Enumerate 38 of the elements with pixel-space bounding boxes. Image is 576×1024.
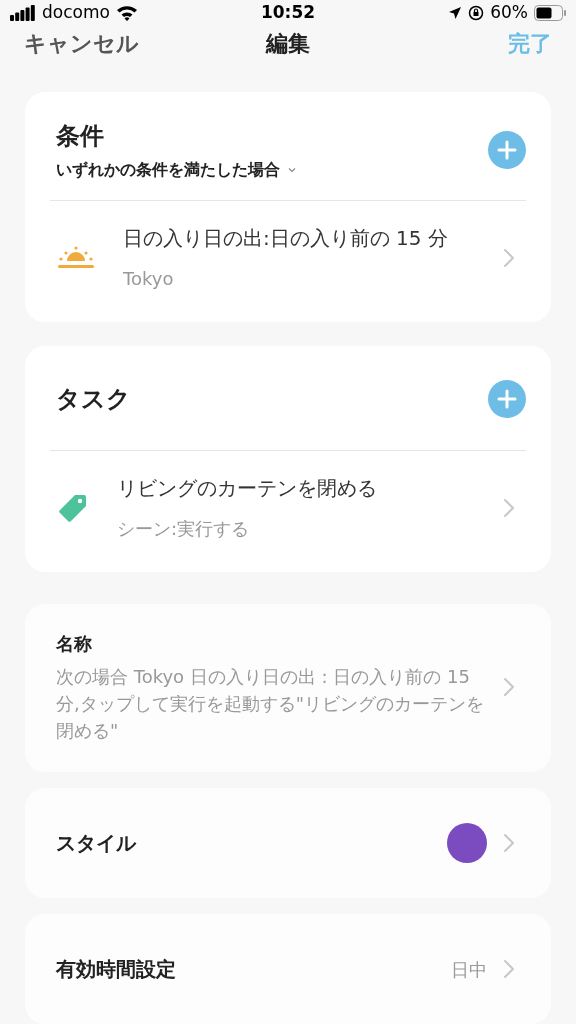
validity-value: 日中 xyxy=(451,957,487,982)
cancel-button[interactable]: キャンセル xyxy=(24,26,154,60)
style-card[interactable]: スタイル xyxy=(25,788,551,898)
item-subtitle: シーン:実行する xyxy=(117,517,251,541)
item-title: リビングのカーテンを閉める xyxy=(117,475,378,502)
item-title: 日の入り日の出:日の入り前の 15 分 xyxy=(123,225,449,252)
chevron-right-icon xyxy=(503,247,515,268)
page-title: 編集 xyxy=(266,29,310,58)
signal-icon xyxy=(10,4,36,21)
list-item[interactable]: リビングのカーテンを閉める シーン:実行する xyxy=(25,451,551,564)
battery-icon xyxy=(534,4,566,21)
add-button[interactable] xyxy=(488,380,526,418)
rotation-lock-icon xyxy=(468,4,485,21)
name-card[interactable]: 名称 次の場合 Tokyo 日の入り日の出 : 日の入り前の 15 分,タップして実行を起動する"リビングのカーテンを閉める" xyxy=(25,604,551,772)
chevron-right-icon xyxy=(503,959,515,979)
clock-time: 10:52 xyxy=(260,1,316,24)
carrier-name: docomo xyxy=(42,1,110,24)
add-button[interactable] xyxy=(488,131,526,169)
battery-percent: 60% xyxy=(490,1,528,24)
chevron-right-icon xyxy=(503,677,515,697)
plus-icon xyxy=(497,389,517,409)
location-arrow-icon xyxy=(448,5,463,20)
list-item[interactable]: 日の入り日の出:日の入り前の 15 分 Tokyo xyxy=(25,201,551,314)
chevron-right-icon xyxy=(503,497,515,518)
section-title: 条件 xyxy=(56,121,105,152)
wifi-icon xyxy=(115,4,138,21)
name-label: 名称 xyxy=(56,632,93,656)
sunset-icon xyxy=(57,244,95,271)
condition-mode-dropdown[interactable]: いずれかの条件を満たした場合 xyxy=(56,158,296,182)
validity-card[interactable]: 有効時間設定 日中 xyxy=(25,914,551,1024)
style-label: スタイル xyxy=(56,830,138,857)
chevron-right-icon xyxy=(503,833,515,853)
item-subtitle: Tokyo xyxy=(123,267,175,291)
name-value: 次の場合 Tokyo 日の入り日の出 : 日の入り前の 15 分,タップして実行を起動する"リビングのカーテンを閉める" xyxy=(56,665,485,743)
plus-icon xyxy=(497,140,517,160)
section-title: タスク xyxy=(56,384,132,415)
caret-icon xyxy=(288,167,296,173)
validity-label: 有効時間設定 xyxy=(56,956,177,983)
